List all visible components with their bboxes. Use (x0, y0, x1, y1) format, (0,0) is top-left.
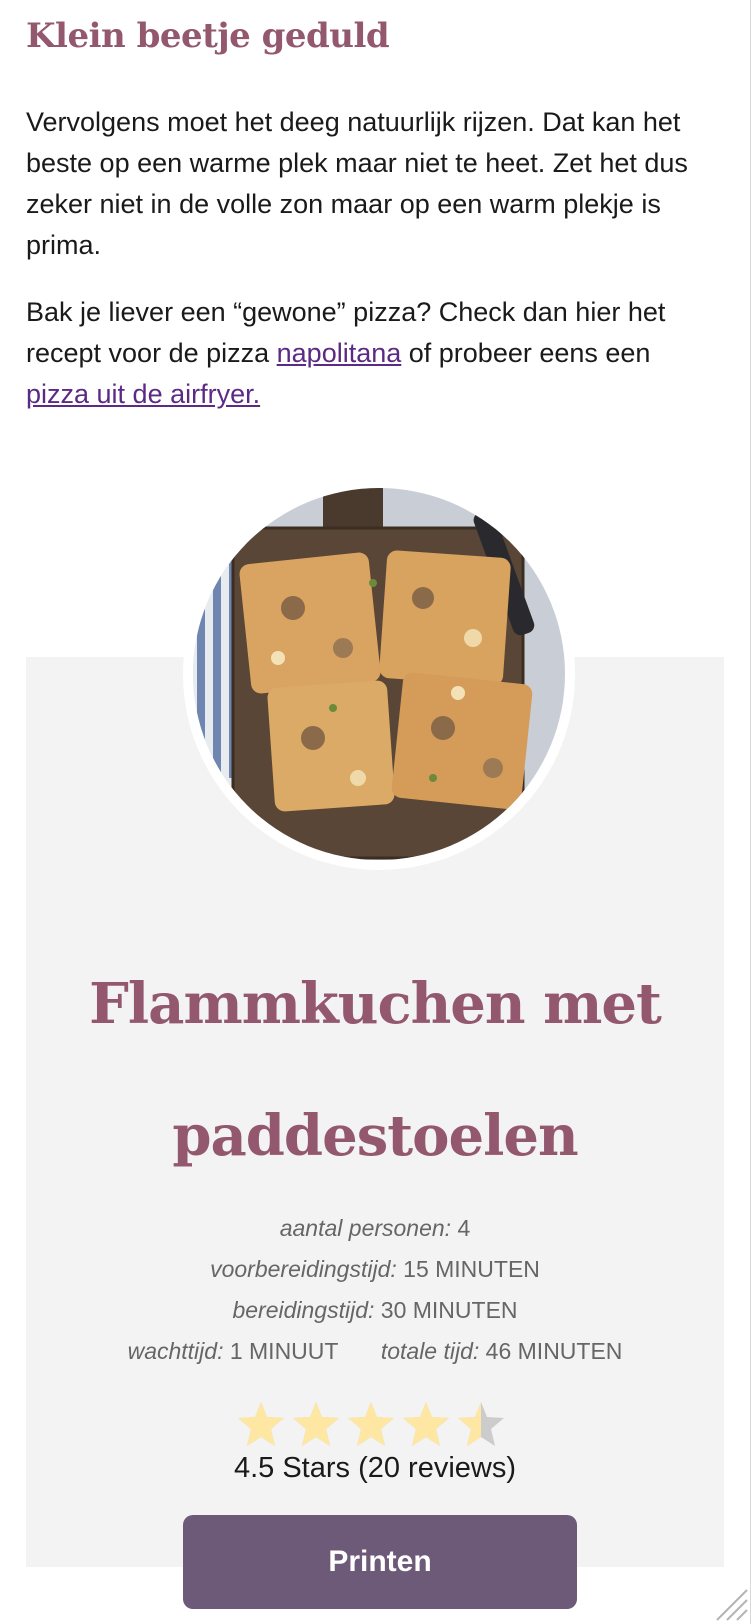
article-paragraph: Bak je liever een “gewone” pizza? Check … (26, 292, 716, 415)
star-icon[interactable] (236, 1400, 286, 1448)
star-icon[interactable] (401, 1400, 451, 1448)
article-paragraph: Vervolgens moet het deeg natuurlijk rijz… (26, 107, 688, 260)
rating-summary: 4.5 Stars (20 reviews) (233, 1452, 517, 1484)
star-icon[interactable] (346, 1400, 396, 1448)
servings-value: 4 (457, 1215, 471, 1241)
recipe-title: Flammkuchen met paddestoelen (89, 971, 662, 1169)
wait-total-row: wachttijd: 1 MINUUT totale tijd: 46 MINU… (26, 1338, 724, 1365)
prep-time-value: 15 MINUTEN (403, 1256, 540, 1282)
section-heading: Klein beetje geduld (26, 16, 390, 56)
print-button[interactable]: Printen (183, 1515, 577, 1609)
wait-time-label: wachttijd: (127, 1338, 224, 1364)
prep-time-row: voorbereidingstijd: 15 MINUTEN (26, 1256, 724, 1283)
total-time-value: 46 MINUTEN (485, 1338, 623, 1364)
cook-time-row: bereidingstijd: 30 MINUTEN (26, 1297, 724, 1324)
recipe-photo (193, 488, 565, 860)
napolitana-link[interactable]: napolitana (277, 338, 402, 368)
recipe-image-frame (183, 478, 575, 870)
wait-time-value: 1 MINUUT (229, 1338, 339, 1364)
cook-time-value: 30 MINUTEN (380, 1297, 518, 1323)
paragraph-text: of probeer eens een (401, 338, 651, 368)
star-rating[interactable] (236, 1400, 506, 1450)
star-icon[interactable] (456, 1400, 506, 1448)
star-icon[interactable] (291, 1400, 341, 1448)
airfryer-pizza-link[interactable]: pizza uit de airfryer. (26, 379, 260, 409)
resize-grip-icon[interactable] (709, 1582, 749, 1622)
flammkuchen-photo (193, 488, 565, 860)
total-time-label: totale tijd: (380, 1338, 480, 1364)
prep-time-label: voorbereidingstijd: (210, 1256, 397, 1282)
cook-time-label: bereidingstijd: (232, 1297, 375, 1323)
servings-row: aantal personen: 4 (26, 1215, 724, 1242)
servings-label: aantal personen: (279, 1215, 452, 1241)
